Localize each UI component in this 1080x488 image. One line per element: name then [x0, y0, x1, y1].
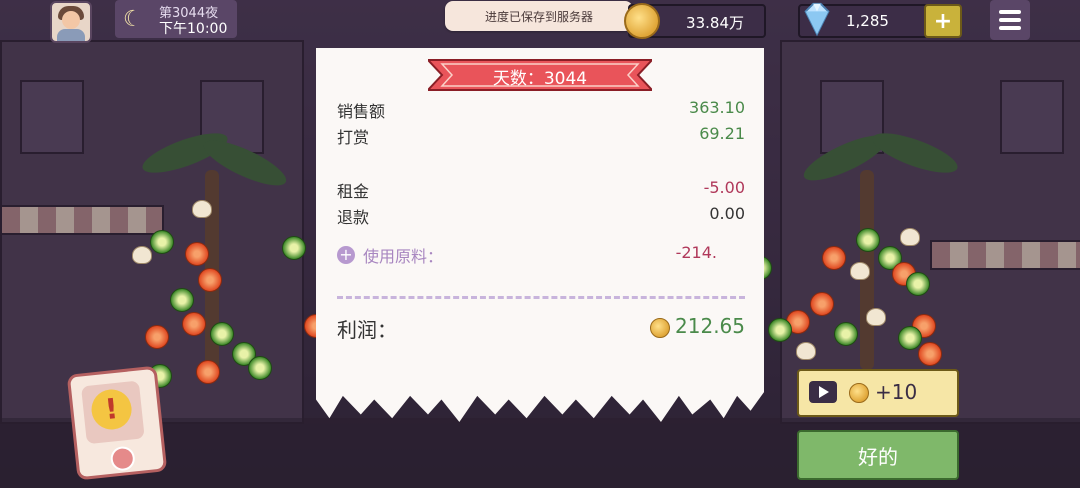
- gem-counter[interactable]: 1,285: [798, 2, 928, 38]
- menu-button[interactable]: [990, 0, 1030, 40]
- money-counter[interactable]: 33.84万: [624, 3, 766, 39]
- profit-label: 利润：: [337, 318, 397, 342]
- game-time: 下午10:00: [159, 21, 228, 37]
- ingredients-row[interactable]: 使用原料： -214.: [337, 243, 745, 267]
- refund-row: 退款 0.00: [337, 204, 745, 228]
- jalapeno-slice: [248, 356, 272, 380]
- alert-card-button[interactable]: !: [66, 365, 168, 481]
- coin-icon: [849, 383, 869, 403]
- play-icon: [809, 381, 837, 403]
- jalapeno-slice: [768, 318, 792, 342]
- moon-icon: ☾: [123, 7, 143, 32]
- tips-value: 69.21: [699, 124, 745, 143]
- refund-label: 退款: [337, 208, 370, 227]
- day-banner-ribbon: [428, 59, 652, 91]
- money-value: 33.84万: [686, 14, 744, 32]
- save-toast: 进度已保存到服务器: [445, 1, 633, 31]
- night-clock-panel: ☾ 第3044夜 下午10:00: [115, 0, 237, 38]
- garlic-clove: [900, 228, 920, 246]
- garlic-clove: [192, 200, 212, 218]
- sales-row: 销售额 363.10: [337, 98, 745, 122]
- tomato-slice: [810, 292, 834, 316]
- menu-icon-bar: [999, 18, 1021, 22]
- profit-value: 212.65: [675, 314, 745, 338]
- tomato-slice: [198, 268, 222, 292]
- ingredients-label: 使用原料：: [363, 247, 444, 266]
- gem-icon: [804, 2, 830, 37]
- jalapeno-slice: [282, 236, 306, 260]
- alert-card-dot: [109, 445, 136, 472]
- tips-row: 打赏 69.21: [337, 124, 745, 148]
- garlic-clove: [866, 308, 886, 326]
- plus-icon: +: [933, 8, 953, 34]
- watch-ad-bonus-button[interactable]: +10: [797, 369, 959, 417]
- jalapeno-slice: [834, 322, 858, 346]
- coin-icon: [624, 3, 660, 39]
- receipt-divider: [337, 296, 745, 299]
- tomato-slice: [145, 325, 169, 349]
- tomato-slice: [185, 242, 209, 266]
- jalapeno-slice: [898, 326, 922, 350]
- avatar-body: [57, 29, 85, 41]
- avatar-face: [62, 11, 80, 29]
- menu-icon-bar: [999, 10, 1021, 14]
- sales-label: 销售额: [337, 102, 386, 121]
- jalapeno-slice: [210, 322, 234, 346]
- ok-button[interactable]: 好的: [797, 430, 959, 480]
- jalapeno-slice: [150, 230, 174, 254]
- jalapeno-slice: [856, 228, 880, 252]
- sales-value: 363.10: [689, 98, 745, 117]
- garlic-clove: [796, 342, 816, 360]
- ad-reward-text: +10: [875, 380, 918, 404]
- rent-value: -5.00: [703, 178, 745, 197]
- jalapeno-slice: [170, 288, 194, 312]
- rent-row: 租金 -5.00: [337, 178, 745, 202]
- coin-icon: [650, 318, 670, 338]
- gem-value: 1,285: [846, 12, 889, 30]
- tomato-slice: [182, 312, 206, 336]
- rent-label: 租金: [337, 182, 370, 201]
- add-gems-button[interactable]: +: [924, 4, 962, 38]
- menu-icon-bar: [999, 26, 1021, 30]
- garlic-clove: [132, 246, 152, 264]
- tips-label: 打赏: [337, 128, 370, 147]
- tomato-slice: [822, 246, 846, 270]
- ingredients-value: -214.: [675, 243, 717, 262]
- refund-value: 0.00: [709, 204, 745, 223]
- garlic-clove: [850, 262, 870, 280]
- player-avatar[interactable]: [50, 1, 92, 43]
- tomato-slice: [918, 342, 942, 366]
- tomato-slice: [196, 360, 220, 384]
- jalapeno-slice: [906, 272, 930, 296]
